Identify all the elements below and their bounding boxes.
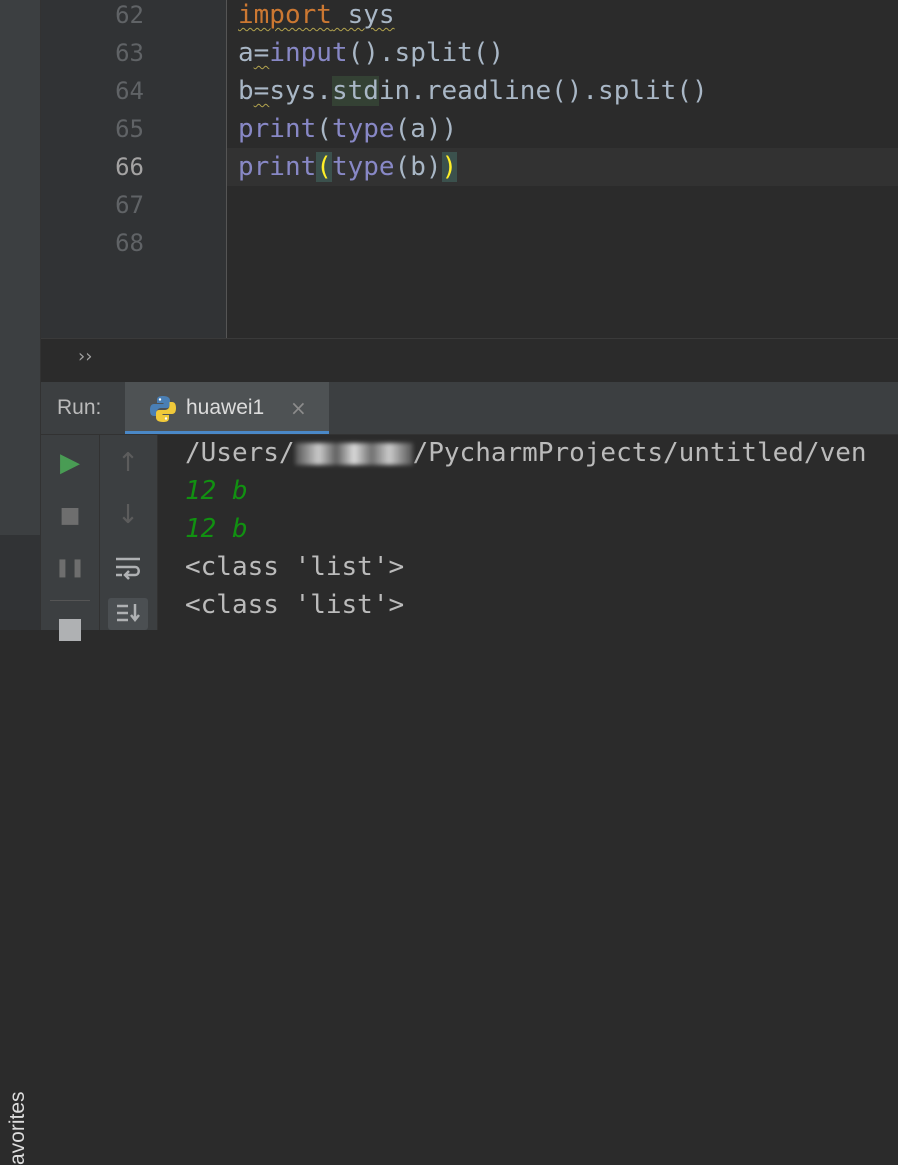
play-icon: ▶ [60,448,80,478]
arrow-up-icon: ↑ [117,448,139,478]
console-input-line: 12 b [185,476,248,506]
layout-button[interactable] [52,612,88,648]
stop-icon: ■ [59,502,81,528]
favorites-tab[interactable]: avorites [0,535,40,1165]
code-line-66[interactable]: print(type(b)) [238,148,458,186]
breadcrumb-expand-icon[interactable]: ›› [78,346,92,367]
line-number-current: 66 [115,153,144,181]
line-number: 67 [115,191,144,219]
line-number: 68 [115,229,144,257]
redacted-username [294,442,413,465]
breadcrumb-bar [41,338,898,383]
scroll-to-end-icon [117,604,140,623]
code-line-63[interactable]: a=input().split() [238,34,504,72]
line-number: 65 [115,115,144,143]
soft-wrap-button[interactable] [110,549,146,585]
console-output-line: <class 'list'> [185,552,405,582]
up-button[interactable]: ↑ [110,445,146,481]
code-line-62[interactable]: import sys [238,0,395,34]
code-line-64[interactable]: b=sys.stdin.readline().split() [238,72,708,110]
run-tab-label: huawei1 [186,396,265,419]
favorites-label: avorites [6,1091,29,1165]
run-label: Run: [57,396,102,419]
console-path-line: /Users//PycharmProjects/untitled/ven [185,438,867,468]
matched-brace: ) [441,152,458,182]
code-line-65[interactable]: print(type(a)) [238,110,457,148]
pause-button[interactable]: ❚❚ [52,549,88,585]
python-icon [150,396,176,422]
down-button[interactable]: ↓ [110,497,146,533]
matched-brace: ( [316,152,332,182]
wrap-icon [116,557,140,580]
line-number: 62 [115,1,144,29]
close-icon[interactable]: × [290,396,307,420]
console-input-line: 12 b [185,514,248,544]
toolbar-divider [50,600,90,601]
usage-highlight: std [331,76,379,106]
keyword-import: import [238,0,332,30]
scroll-to-end-button[interactable] [108,598,148,630]
console-output-line: <class 'list'> [185,590,405,620]
pause-icon: ❚❚ [54,556,86,578]
layout-icon [59,619,81,641]
arrow-down-icon: ↓ [117,500,139,530]
editor-gutter-left [41,0,100,338]
line-number: 64 [115,77,144,105]
rerun-button[interactable]: ▶ [52,445,88,481]
line-number: 63 [115,39,144,67]
stop-button[interactable]: ■ [52,497,88,533]
